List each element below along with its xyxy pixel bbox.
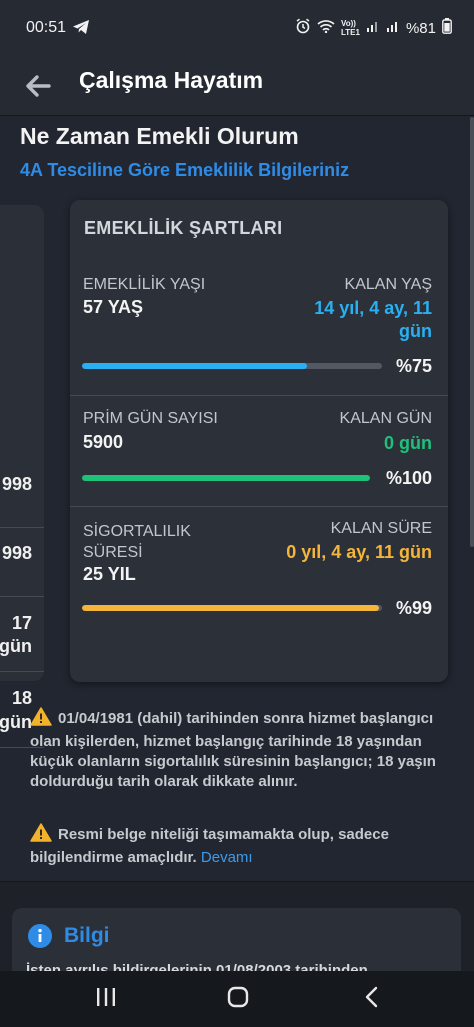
signal-icon-2: [386, 19, 400, 37]
retirement-conditions-card[interactable]: EMEKLİLİK ŞARTLARI EMEKLİLİK YAŞI 57 YAŞ…: [70, 200, 448, 682]
remaining-duration-value: 0 yıl, 4 ay, 11 gün: [286, 541, 432, 564]
premium-days-label: PRİM GÜN SAYISI: [83, 410, 218, 427]
recents-icon: [95, 987, 117, 1012]
info-icon: [28, 924, 52, 953]
progress-fill: [82, 363, 307, 369]
remaining-duration-label: KALAN SÜRE: [330, 520, 432, 537]
remaining-days-line1: 0 gün: [384, 433, 432, 453]
info-note-2: Resmi belge niteliği taşımamakta olup, s…: [30, 823, 440, 868]
status-time: 00:51: [26, 19, 67, 36]
insurance-duration-percent: %99: [395, 598, 432, 618]
network-label-bottom: LTE1: [341, 28, 360, 37]
info-text: İşten ayrılış bildirgelerinin 01/08/2003…: [26, 962, 368, 971]
system-nav-bar: [0, 971, 474, 1027]
section-divider: [70, 395, 448, 396]
network-label-top: Vo)): [341, 19, 356, 28]
card-value: 998: [1, 474, 32, 494]
info-note-1: 01/04/1981 (dahil) tarihinden sonra hizm…: [30, 707, 440, 792]
remaining-age-line2: gün: [399, 321, 432, 341]
recents-button[interactable]: [86, 983, 126, 1015]
progress-fill: [82, 605, 379, 611]
remaining-age-label: KALAN YAŞ: [344, 276, 432, 293]
scrollbar[interactable]: [470, 117, 474, 547]
info-section: Bilgi İşten ayrılış bildirgelerinin 01/0…: [0, 881, 474, 971]
card-divider: [0, 596, 44, 597]
retirement-age-label: EMEKLİLİK YAŞI: [83, 276, 206, 293]
home-icon: [227, 986, 249, 1013]
remaining-days-value: 0 gün: [384, 432, 432, 455]
status-bar: 00:51 Vo)) LTE1 %81: [0, 0, 474, 56]
signal-icon: [366, 19, 380, 37]
card-value: 17: [11, 613, 32, 633]
insurance-duration-value: 25 YIL: [83, 564, 136, 584]
premium-days-progress: [82, 475, 370, 481]
page-title: Çalışma Hayatım: [79, 67, 264, 93]
insurance-duration-label-line2: SÜRESİ: [83, 544, 143, 561]
battery-text: %81: [405, 19, 436, 37]
card-value: gün: [0, 636, 32, 656]
remaining-age-line1: 14 yıl, 4 ay, 11: [314, 298, 432, 318]
warning-icon: [30, 707, 52, 732]
premium-days-percent: %100: [385, 468, 432, 488]
premium-days-value: 5900: [83, 432, 124, 452]
section-divider: [70, 506, 448, 507]
scroll-content[interactable]: Ne Zaman Emekli Olurum 4A Tesciline Göre…: [0, 117, 474, 880]
remaining-duration-line1: 0 yıl, 4 ay, 11 gün: [286, 542, 432, 562]
previous-card[interactable]: 998 998 17 gün 18 gün: [0, 205, 44, 748]
wifi-icon: [317, 19, 335, 37]
retirement-age-progress: [82, 363, 382, 369]
back-chevron-icon: [364, 986, 380, 1013]
card-divider: [0, 671, 44, 672]
warning-icon: [30, 823, 52, 848]
progress-fill: [82, 475, 370, 481]
card-value: 998: [1, 543, 32, 563]
app-bar: Çalışma Hayatım: [0, 56, 474, 116]
network-label: Vo)) LTE1: [341, 19, 360, 37]
card-value: gün: [0, 712, 32, 732]
system-back-button[interactable]: [352, 983, 392, 1015]
insurance-duration-progress: [82, 605, 382, 611]
section-subheading: 4A Tesciline Göre Emeklilik Bilgileriniz: [20, 160, 350, 180]
section-heading: Ne Zaman Emekli Olurum: [20, 123, 299, 149]
remaining-days-label: KALAN GÜN: [339, 410, 432, 427]
note-1-text: 01/04/1981 (dahil) tarihinden sonra hizm…: [30, 710, 436, 790]
info-title: Bilgi: [64, 924, 110, 947]
arrow-left-icon: [20, 75, 56, 108]
card-title: EMEKLİLİK ŞARTLARI: [84, 218, 283, 238]
insurance-duration-label-line1: SİGORTALILIK: [83, 523, 191, 540]
battery-icon: [442, 18, 452, 38]
back-button[interactable]: [20, 68, 56, 104]
alarm-icon: [295, 18, 311, 38]
status-icons: Vo)) LTE1 %81: [295, 18, 452, 38]
telegram-icon: [72, 19, 90, 40]
card-divider: [0, 527, 44, 528]
info-card[interactable]: Bilgi İşten ayrılış bildirgelerinin 01/0…: [12, 908, 461, 971]
retirement-age-percent: %75: [395, 356, 432, 376]
remaining-age-value: 14 yıl, 4 ay, 11 gün: [314, 297, 432, 343]
insurance-duration-label: SİGORTALILIK SÜRESİ: [83, 521, 191, 563]
more-link[interactable]: Devamı: [201, 849, 253, 866]
retirement-age-value: 57 YAŞ: [83, 297, 144, 317]
home-button[interactable]: [218, 983, 258, 1015]
card-value: 18: [11, 688, 32, 708]
